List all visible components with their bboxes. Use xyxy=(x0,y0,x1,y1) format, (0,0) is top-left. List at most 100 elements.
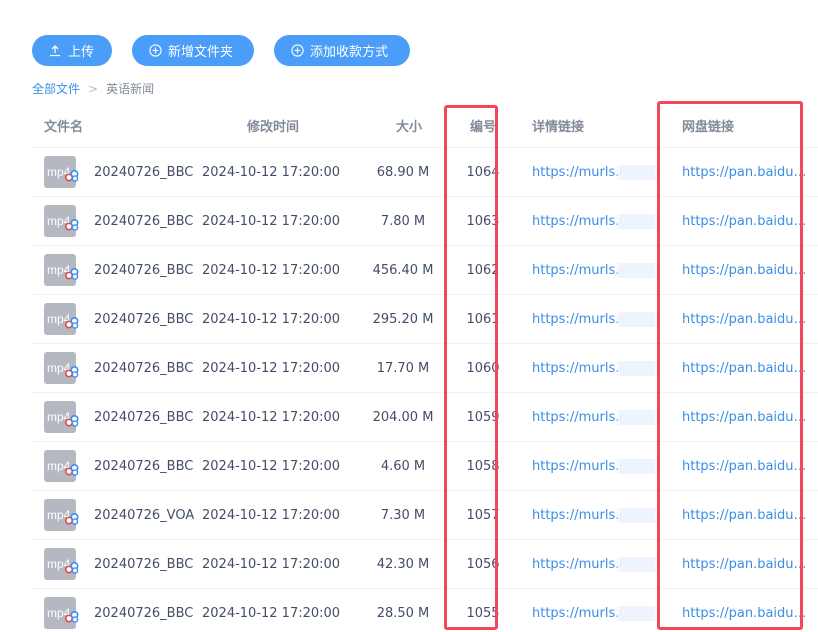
mp4-file-icon: mp4 xyxy=(44,548,80,580)
pan-link-cell: https://pan.baidu.com xyxy=(672,214,818,229)
file-name-cell[interactable]: mp4 20240726_BBC xyxy=(32,450,202,482)
file-name[interactable]: 20240726_BBC xyxy=(94,410,193,425)
number-cell: 1057 xyxy=(466,507,500,523)
header-detail-link[interactable]: 详情链接 xyxy=(522,116,672,135)
file-name[interactable]: 20240726_BBC xyxy=(94,214,193,229)
redaction-blur xyxy=(618,556,656,572)
table-row[interactable]: mp4 20240726_BBC 2024-10-12 17:20:00 204.00… xyxy=(32,393,818,442)
baidu-pan-badge-icon xyxy=(64,365,80,382)
plus-circle-icon xyxy=(290,44,304,58)
mp4-file-icon: mp4 xyxy=(44,156,80,188)
file-name-cell[interactable]: mp4 20240726_BBC xyxy=(32,352,202,384)
table-row[interactable]: mp4 20240726_BBC 2024-10-12 17:20:00 42.30 … xyxy=(32,540,818,589)
redaction-blur xyxy=(618,213,656,229)
file-name-cell[interactable]: mp4 20240726_BBC xyxy=(32,548,202,580)
upload-button[interactable]: 上传 xyxy=(32,35,112,66)
mp4-file-icon: mp4 xyxy=(44,254,80,286)
detail-link-cell: https://murls.cn/ xyxy=(522,213,672,229)
mp4-file-icon: mp4 xyxy=(44,597,80,629)
pan-link[interactable]: https://pan.baidu.com xyxy=(682,214,808,229)
redaction-blur xyxy=(618,605,656,621)
pan-link-cell: https://pan.baidu.com xyxy=(672,312,818,327)
table-header: 文件名 修改时间 大小 编号 详情链接 网盘链接 xyxy=(32,104,818,148)
header-size[interactable]: 大小 xyxy=(362,116,444,135)
table-row[interactable]: mp4 20240726_VOA 2024-10-12 17:20:00 7.30 M… xyxy=(32,491,818,540)
number-cell: 1061 xyxy=(466,311,500,327)
mp4-file-icon: mp4 xyxy=(44,352,80,384)
modified-time-cell: 2024-10-12 17:20:00 xyxy=(202,507,341,523)
size-cell: 7.30 M xyxy=(380,507,426,523)
file-name-cell[interactable]: mp4 20240726_BBC xyxy=(32,156,202,188)
breadcrumb-current: 英语新闻 xyxy=(106,82,155,96)
pan-link-cell: https://pan.baidu.com xyxy=(672,557,818,572)
detail-link-cell: https://murls.cn/ xyxy=(522,262,672,278)
size-cell: 204.00 M xyxy=(372,409,434,425)
file-name[interactable]: 20240726_BBC xyxy=(94,557,193,572)
redaction-blur xyxy=(618,409,656,425)
number-cell: 1064 xyxy=(466,164,500,180)
modified-time-cell: 2024-10-12 17:20:00 xyxy=(202,458,341,474)
file-name-cell[interactable]: mp4 20240726_BBC xyxy=(32,303,202,335)
file-name[interactable]: 20240726_BBC xyxy=(94,165,193,180)
pan-link-cell: https://pan.baidu.com xyxy=(672,361,818,376)
file-name-cell[interactable]: mp4 20240726_BBC xyxy=(32,401,202,433)
file-name-cell[interactable]: mp4 20240726_VOA xyxy=(32,499,202,531)
file-name-cell[interactable]: mp4 20240726_BBC xyxy=(32,597,202,629)
number-cell: 1055 xyxy=(466,605,500,621)
pan-link[interactable]: https://pan.baidu.com xyxy=(682,410,808,425)
file-name[interactable]: 20240726_BBC xyxy=(94,263,193,278)
new-folder-button[interactable]: 新增文件夹 xyxy=(132,35,254,66)
file-name[interactable]: 20240726_BBC xyxy=(94,606,193,621)
detail-link-cell: https://murls.cn/ xyxy=(522,360,672,376)
pan-link[interactable]: https://pan.baidu.com xyxy=(682,263,808,278)
redaction-blur xyxy=(618,458,656,474)
pan-link[interactable]: https://pan.baidu.com xyxy=(682,312,808,327)
table-row[interactable]: mp4 20240726_BBC 2024-10-12 17:20:00 456.40… xyxy=(32,246,818,295)
header-modified[interactable]: 修改时间 xyxy=(202,116,362,135)
file-table: 文件名 修改时间 大小 编号 详情链接 网盘链接 mp4 20240726_BBC… xyxy=(32,104,818,632)
modified-time-cell: 2024-10-12 17:20:00 xyxy=(202,605,341,621)
header-pan-link[interactable]: 网盘链接 xyxy=(672,116,818,135)
table-row[interactable]: mp4 20240726_BBC 2024-10-12 17:20:00 68.90 … xyxy=(32,148,818,197)
pan-link-cell: https://pan.baidu.com xyxy=(672,410,818,425)
redaction-blur xyxy=(618,164,656,180)
file-name[interactable]: 20240726_BBC xyxy=(94,361,193,376)
size-cell: 42.30 M xyxy=(376,556,430,572)
header-name[interactable]: 文件名 xyxy=(32,116,202,135)
baidu-pan-badge-icon xyxy=(64,414,80,431)
add-payment-button[interactable]: 添加收款方式 xyxy=(274,35,410,66)
table-row[interactable]: mp4 20240726_BBC 2024-10-12 17:20:00 7.80 M… xyxy=(32,197,818,246)
pan-link[interactable]: https://pan.baidu.com xyxy=(682,606,808,621)
modified-time-cell: 2024-10-12 17:20:00 xyxy=(202,311,341,327)
file-name-cell[interactable]: mp4 20240726_BBC xyxy=(32,205,202,237)
file-name[interactable]: 20240726_VOA xyxy=(94,508,194,523)
file-name[interactable]: 20240726_BBC xyxy=(94,312,193,327)
pan-link[interactable]: https://pan.baidu.com xyxy=(682,508,808,523)
file-name-cell[interactable]: mp4 20240726_BBC xyxy=(32,254,202,286)
baidu-pan-badge-icon xyxy=(64,610,80,627)
mp4-file-icon: mp4 xyxy=(44,450,79,482)
upload-icon xyxy=(48,44,62,58)
breadcrumb-root[interactable]: 全部文件 xyxy=(32,80,80,97)
detail-link-cell: https://murls.cn xyxy=(522,311,672,327)
pan-link[interactable]: https://pan.baidu.com xyxy=(682,459,808,474)
table-row[interactable]: mp4 20240726_BBC 2024-10-12 17:20:00 17.70 … xyxy=(32,344,818,393)
table-row[interactable]: mp4 20240726_BBC 2024-10-12 17:20:00 295.20… xyxy=(32,295,818,344)
mp4-file-icon: mp4 xyxy=(44,401,80,433)
table-row[interactable]: mp4 20240726_BBC 2024-10-12 17:20:00 28.50 … xyxy=(32,589,818,632)
baidu-pan-badge-icon xyxy=(64,561,80,578)
baidu-pan-badge-icon xyxy=(64,169,80,186)
baidu-pan-badge-icon xyxy=(64,267,80,284)
modified-time-cell: 2024-10-12 17:20:00 xyxy=(202,409,341,425)
pan-link-cell: https://pan.baidu.com xyxy=(672,263,818,278)
pan-link[interactable]: https://pan.baidu.com xyxy=(682,165,808,180)
pan-link[interactable]: https://pan.baidu.com xyxy=(682,361,808,376)
file-name[interactable]: 20240726_BBC xyxy=(94,459,193,474)
size-cell: 7.80 M xyxy=(380,213,426,229)
header-number[interactable]: 编号 xyxy=(444,116,522,135)
breadcrumb: 全部文件 > 英语新闻 xyxy=(32,80,154,97)
pan-link[interactable]: https://pan.baidu.com xyxy=(682,557,808,572)
table-row[interactable]: mp4 20240726_BBC 2024-10-12 17:20:00 4.60 M… xyxy=(32,442,818,491)
breadcrumb-separator: > xyxy=(88,81,99,96)
upload-label: 上传 xyxy=(68,44,95,59)
